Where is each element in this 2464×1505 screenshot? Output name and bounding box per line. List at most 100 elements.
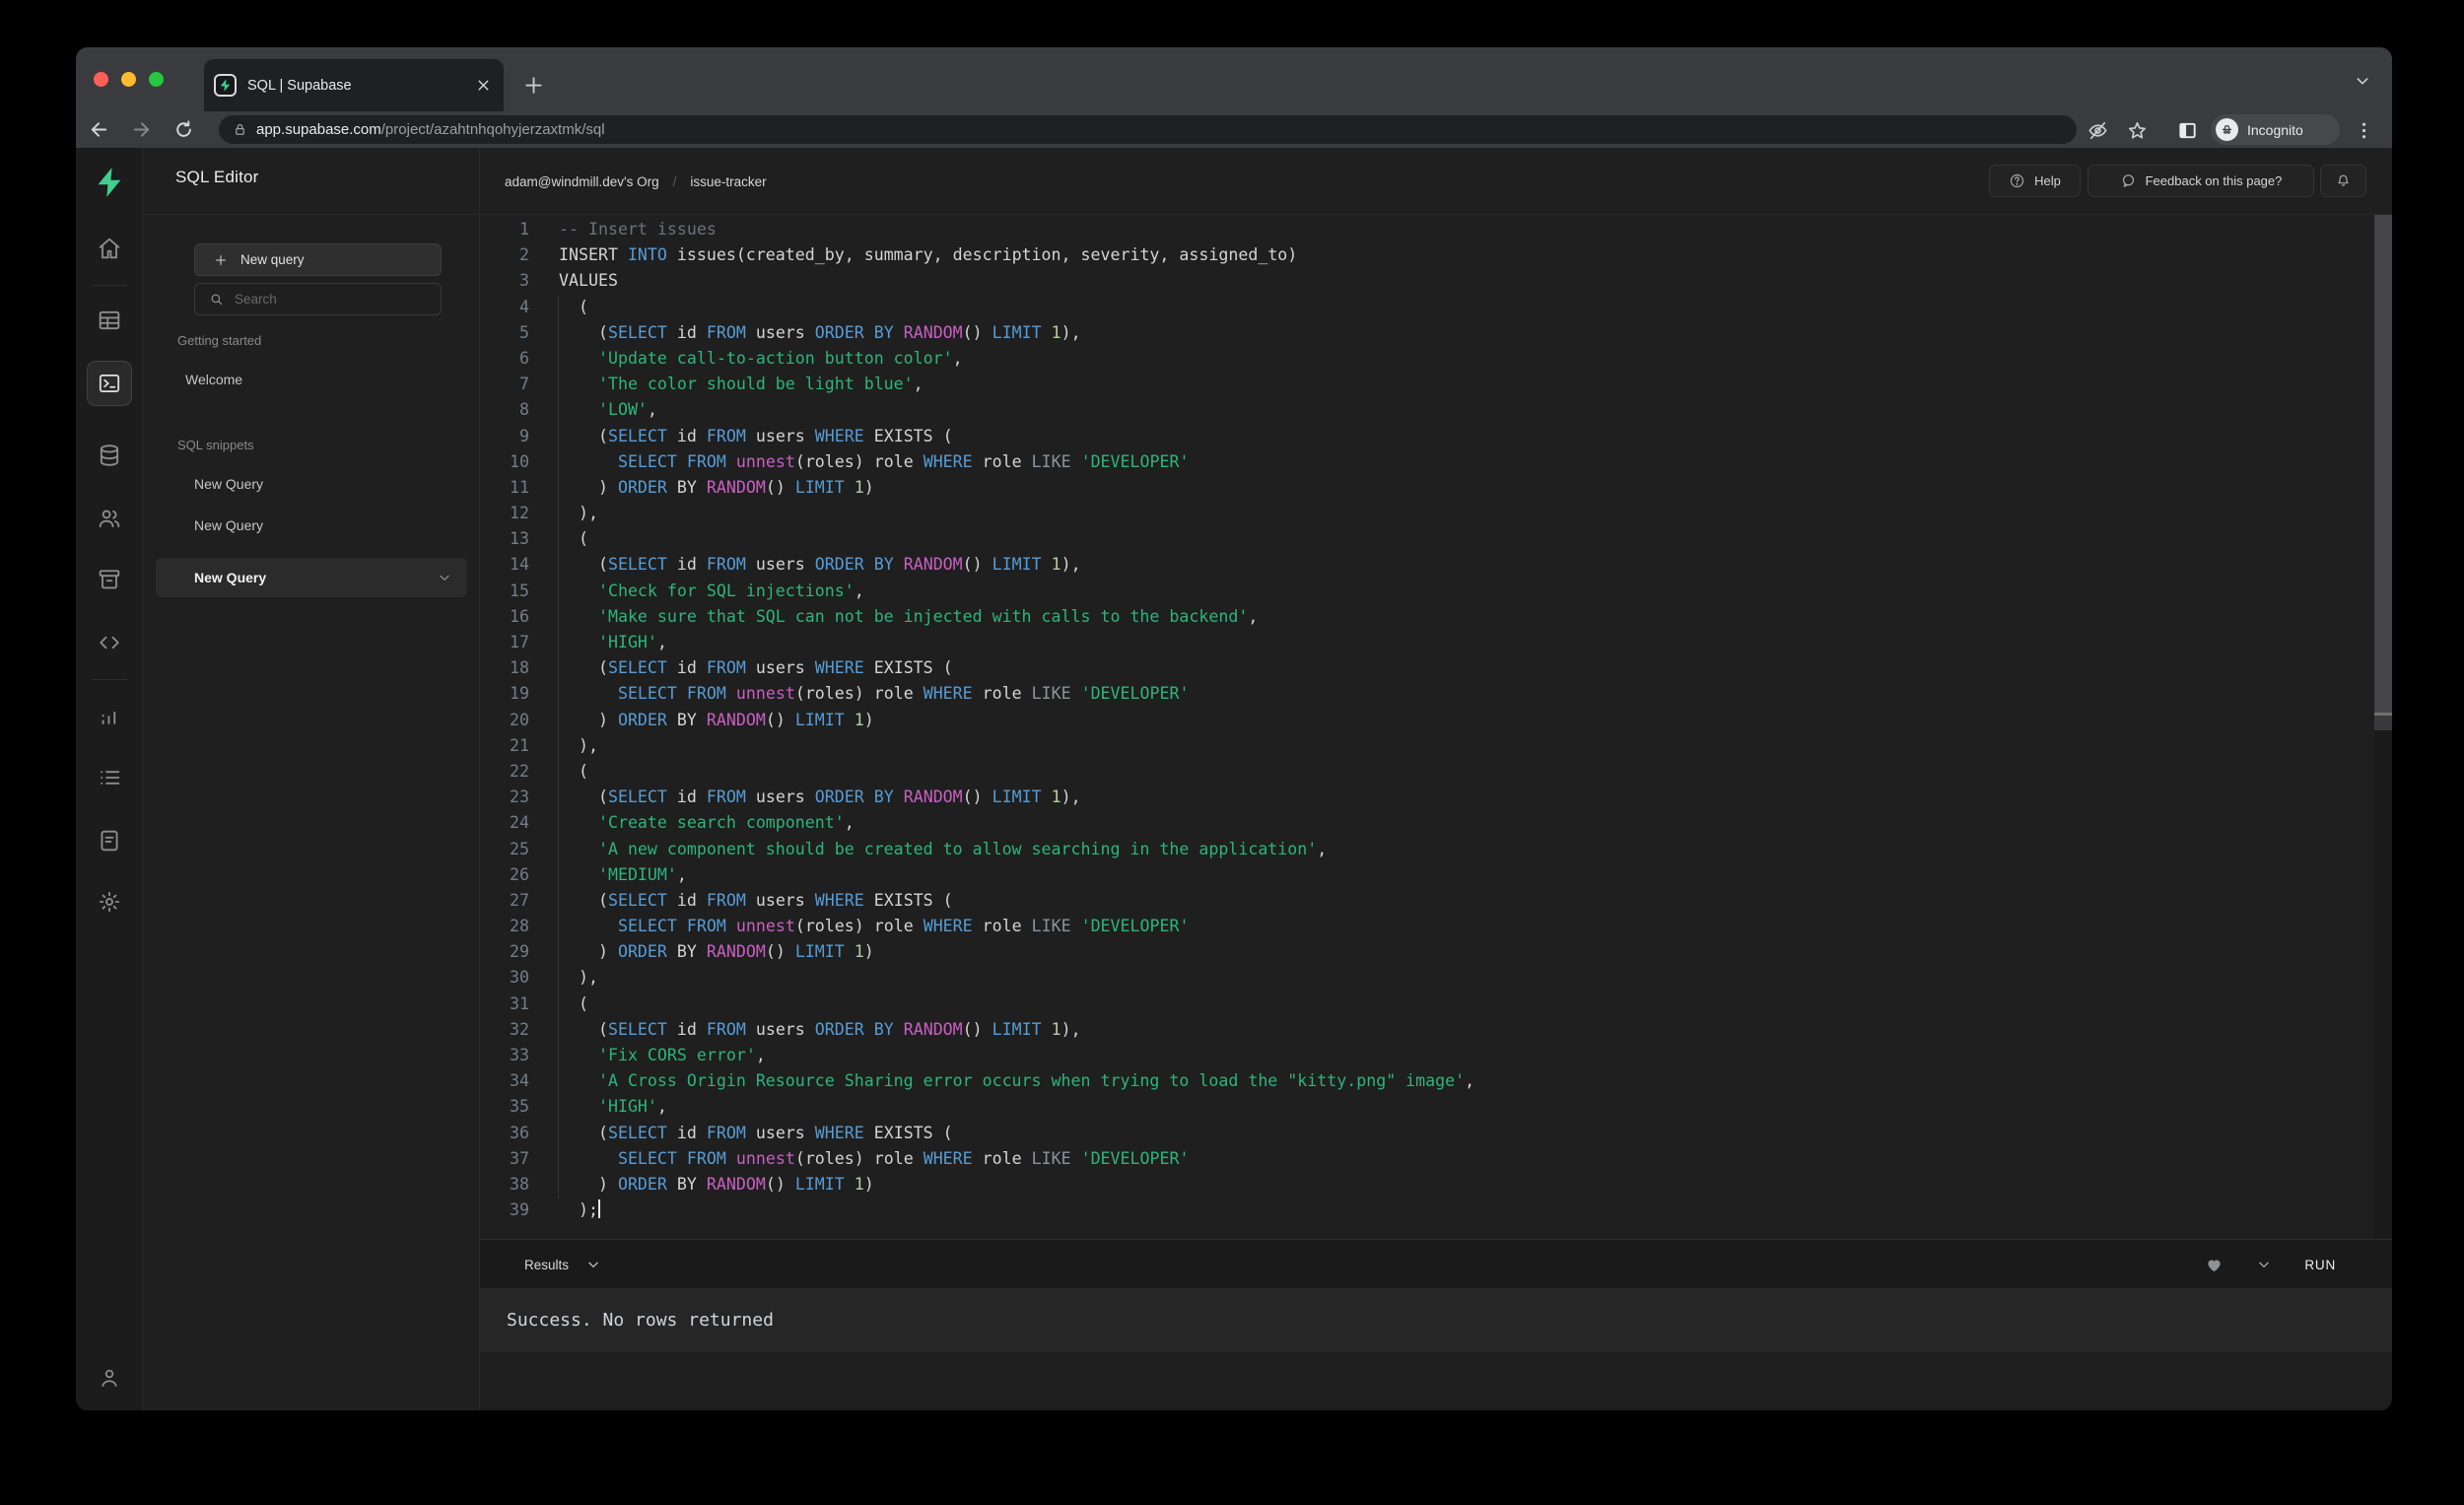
close-window-button[interactable]	[94, 72, 108, 87]
code-line[interactable]: 2 INSERT INTO issues(created_by, summary,…	[480, 242, 2392, 268]
bookmark-star-icon[interactable]	[2126, 119, 2149, 142]
code-line[interactable]: 23 (SELECT id FROM users ORDER BY RANDOM…	[480, 785, 2392, 810]
browser-tab[interactable]: SQL | Supabase	[204, 59, 504, 111]
code-line[interactable]: 1 -- Insert issues	[480, 217, 2392, 242]
line-number: 33	[510, 1046, 529, 1064]
help-button[interactable]: Help	[1989, 165, 2081, 197]
code-line[interactable]: 14 (SELECT id FROM users ORDER BY RANDOM…	[480, 552, 2392, 578]
code-line[interactable]: 3 VALUES	[480, 268, 2392, 294]
code-text: SELECT FROM unnest(roles) role WHERE rol…	[617, 451, 1190, 471]
run-button[interactable]: RUN	[2304, 1258, 2336, 1272]
code-text: (	[559, 761, 588, 781]
storage-icon[interactable]	[76, 558, 143, 601]
minimize-window-button[interactable]	[121, 72, 136, 87]
browser-toolbar: app.supabase.com/project/azahtnhqohyjerz…	[76, 111, 2392, 148]
code-line[interactable]: 34 'A Cross Origin Resource Sharing erro…	[480, 1068, 2392, 1094]
auth-icon[interactable]	[76, 497, 143, 540]
code-line[interactable]: 29 ) ORDER BY RANDOM() LIMIT 1)	[480, 939, 2392, 965]
sql-code-editor[interactable]: 1 -- Insert issues 2 INSERT INTO issues(cre…	[480, 215, 2392, 1239]
run-options-chevron-icon[interactable]	[2257, 1258, 2271, 1271]
reload-icon[interactable]	[172, 118, 195, 141]
sidebar-item-selected[interactable]: New Query	[156, 558, 467, 597]
line-number: 29	[510, 942, 529, 962]
notifications-button[interactable]	[2320, 165, 2366, 197]
sidebar-item[interactable]: New Query	[144, 505, 479, 546]
code-line[interactable]: 4 (	[480, 295, 2392, 320]
scrollbar-thumb[interactable]	[2374, 215, 2392, 713]
database-icon[interactable]	[76, 434, 143, 477]
line-number: 32	[510, 1019, 529, 1039]
search-input[interactable]	[235, 292, 422, 307]
profile-icon[interactable]	[76, 1356, 143, 1400]
line-number: 26	[510, 864, 529, 884]
maximize-window-button[interactable]	[149, 72, 164, 87]
code-line[interactable]: 22 (	[480, 759, 2392, 785]
code-line[interactable]: 11 ) ORDER BY RANDOM() LIMIT 1)	[480, 475, 2392, 501]
feedback-button[interactable]: Feedback on this page?	[2088, 165, 2314, 197]
code-line[interactable]: 19 SELECT FROM unnest(roles) role WHERE …	[480, 681, 2392, 707]
code-line[interactable]: 31 (	[480, 992, 2392, 1017]
code-line[interactable]: 27 (SELECT id FROM users WHERE EXISTS (	[480, 888, 2392, 914]
new-query-button[interactable]: New query	[194, 243, 442, 276]
code-line[interactable]: 7 'The color should be light blue',	[480, 372, 2392, 397]
editor-scrollbar[interactable]	[2374, 215, 2392, 1239]
favorite-heart-icon[interactable]	[2205, 1256, 2224, 1274]
code-line[interactable]: 12 ),	[480, 501, 2392, 526]
code-line[interactable]: 37 SELECT FROM unnest(roles) role WHERE …	[480, 1146, 2392, 1172]
breadcrumb-org[interactable]: adam@windmill.dev's Org	[505, 174, 659, 189]
line-number: 3	[519, 271, 529, 291]
results-dropdown[interactable]: Results	[524, 1240, 600, 1289]
home-icon[interactable]	[76, 227, 143, 270]
line-number: 31	[510, 993, 529, 1013]
code-line[interactable]: 5 (SELECT id FROM users ORDER BY RANDOM(…	[480, 320, 2392, 346]
nav-rail	[76, 148, 143, 1410]
code-line[interactable]: 33 'Fix CORS error',	[480, 1043, 2392, 1068]
code-line[interactable]: 18 (SELECT id FROM users WHERE EXISTS (	[480, 655, 2392, 681]
logs-icon[interactable]	[76, 756, 143, 799]
browser-menu-icon[interactable]	[2353, 119, 2375, 142]
code-line[interactable]: 38 ) ORDER BY RANDOM() LIMIT 1)	[480, 1172, 2392, 1197]
line-number: 2	[519, 245, 529, 265]
code-line[interactable]: 6 'Update call-to-action button color',	[480, 346, 2392, 372]
code-line[interactable]: 32 (SELECT id FROM users ORDER BY RANDOM…	[480, 1017, 2392, 1043]
sidebar-item[interactable]: Welcome	[144, 359, 479, 400]
sql-editor-icon[interactable]	[87, 361, 132, 406]
code-line[interactable]: 28 SELECT FROM unnest(roles) role WHERE …	[480, 914, 2392, 939]
code-icon[interactable]	[76, 621, 143, 664]
code-text: ),	[559, 504, 598, 523]
settings-icon[interactable]	[76, 880, 143, 924]
code-text: 'The color should be light blue',	[597, 375, 924, 394]
code-line[interactable]: 8 'LOW',	[480, 397, 2392, 423]
code-line[interactable]: 17 'HIGH',	[480, 630, 2392, 655]
address-bar[interactable]: app.supabase.com/project/azahtnhqohyjerz…	[219, 115, 2077, 144]
code-line[interactable]: 25 'A new component should be created to…	[480, 837, 2392, 862]
code-line[interactable]: 39 );	[480, 1197, 2392, 1223]
code-line[interactable]: 16 'Make sure that SQL can not be inject…	[480, 604, 2392, 630]
forward-icon[interactable]	[130, 118, 153, 141]
code-line[interactable]: 13 (	[480, 526, 2392, 552]
breadcrumb-project[interactable]: issue-tracker	[690, 174, 766, 189]
code-line[interactable]: 9 (SELECT id FROM users WHERE EXISTS (	[480, 424, 2392, 449]
code-line[interactable]: 36 (SELECT id FROM users WHERE EXISTS (	[480, 1121, 2392, 1146]
code-line[interactable]: 10 SELECT FROM unnest(roles) role WHERE …	[480, 449, 2392, 475]
side-panel-icon[interactable]	[2176, 119, 2199, 142]
code-line[interactable]: 20 ) ORDER BY RANDOM() LIMIT 1)	[480, 708, 2392, 733]
sidebar-item[interactable]: New Query	[144, 463, 479, 505]
code-line[interactable]: 26 'MEDIUM',	[480, 862, 2392, 888]
table-editor-icon[interactable]	[76, 299, 143, 342]
code-line[interactable]: 21 ),	[480, 733, 2392, 759]
code-line[interactable]: 30 ),	[480, 965, 2392, 991]
docs-icon[interactable]	[76, 819, 143, 862]
tab-close-icon[interactable]	[475, 77, 492, 94]
back-icon[interactable]	[88, 118, 110, 141]
snippet-search[interactable]	[194, 283, 442, 315]
code-line[interactable]: 15 'Check for SQL injections',	[480, 579, 2392, 604]
incognito-badge: Incognito	[2211, 114, 2340, 145]
code-line[interactable]: 24 'Create search component',	[480, 810, 2392, 836]
code-line[interactable]: 35 'HIGH',	[480, 1094, 2392, 1120]
eye-slash-icon[interactable]	[2087, 119, 2109, 142]
chevron-down-icon	[588, 1262, 598, 1267]
new-tab-icon[interactable]	[521, 73, 546, 98]
reports-icon[interactable]	[76, 695, 143, 738]
tab-search-chevron-icon[interactable]	[2355, 73, 2370, 89]
